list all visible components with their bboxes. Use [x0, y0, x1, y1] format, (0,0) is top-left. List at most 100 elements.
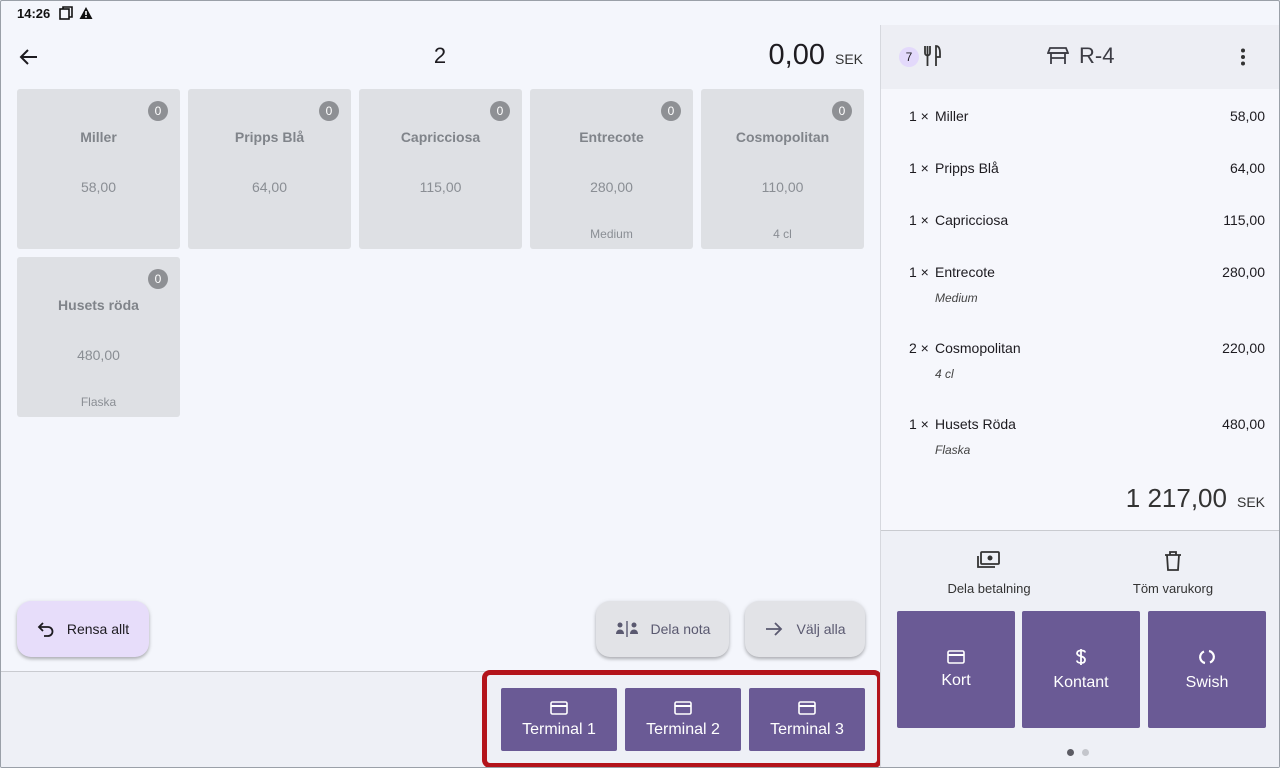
- order-qty: 1 ×: [909, 416, 929, 432]
- order-price: 58,00: [1229, 108, 1265, 124]
- cash-stack-icon: [977, 551, 1000, 568]
- product-name: Cosmopolitan: [735, 129, 830, 145]
- order-price: 220,00: [1222, 340, 1265, 356]
- terminal-3-button[interactable]: Terminal 3: [749, 688, 865, 751]
- order-modifier: 4 cl: [935, 367, 954, 381]
- credit-card-icon: [674, 700, 692, 715]
- order-name: Entrecote: [935, 264, 995, 280]
- order-qty: 1 ×: [909, 108, 929, 124]
- split-payment-label: Dela betalning: [947, 581, 1031, 596]
- product-tile[interactable]: 0 Capricciosa 115,00: [359, 89, 522, 249]
- seat-amount-currency: SEK: [834, 51, 863, 67]
- warning-icon: [78, 5, 94, 21]
- order-header: 7 R-4: [881, 25, 1279, 89]
- clear-all-button[interactable]: Rensa allt: [17, 601, 149, 657]
- page-dot-active[interactable]: [1067, 749, 1074, 756]
- product-name: Pripps Blå: [234, 129, 305, 145]
- arrow-right-icon: [766, 622, 783, 636]
- screen: 14:26 2 0,00 SEK 0 Miller 58,00 0 Pripps…: [0, 0, 1280, 768]
- seat-number: 2: [433, 43, 447, 68]
- order-total-currency: SEK: [1236, 494, 1265, 510]
- order-modifier: Medium: [935, 291, 978, 305]
- count-badge: 0: [490, 101, 510, 121]
- count-badge: 0: [148, 269, 168, 289]
- undo-icon: [37, 622, 54, 637]
- order-name: Cosmopolitan: [935, 340, 1021, 356]
- terminal-1-label: Terminal 1: [522, 720, 596, 738]
- order-qty: 1 ×: [909, 160, 929, 176]
- order-name: Miller: [935, 108, 969, 124]
- product-price: 280,00: [590, 179, 633, 195]
- credit-card-icon: [798, 700, 816, 715]
- product-tile[interactable]: 0 Pripps Blå 64,00: [188, 89, 351, 249]
- pay-swish-label: Swish: [1185, 673, 1229, 691]
- credit-card-icon: [947, 649, 965, 664]
- pay-cash-label: Kontant: [1053, 673, 1109, 691]
- product-note: Flaska: [80, 395, 117, 409]
- order-price: 480,00: [1222, 416, 1265, 432]
- dollar-icon: [1076, 648, 1086, 665]
- credit-card-icon: [550, 700, 568, 715]
- terminal-2-button[interactable]: Terminal 2: [625, 688, 741, 751]
- order-qty: 1 ×: [909, 264, 929, 280]
- split-people-icon: [615, 621, 638, 637]
- order-modifier: Flaska: [935, 443, 971, 457]
- order-total-value: 1 217,00: [1125, 483, 1227, 513]
- terminal-3-label: Terminal 3: [770, 720, 844, 738]
- pay-card-label: Kort: [941, 671, 971, 689]
- split-bill-label: Dela nota: [650, 621, 711, 637]
- count-badge: 0: [832, 101, 852, 121]
- order-qty: 2 ×: [909, 340, 929, 356]
- page-indicator: [1067, 749, 1089, 756]
- split-bill-button[interactable]: Dela nota: [596, 601, 729, 657]
- table-icon: [1047, 47, 1069, 64]
- product-price: 110,00: [761, 179, 804, 195]
- product-price: 480,00: [77, 347, 120, 363]
- product-price: 58,00: [80, 179, 117, 195]
- product-name: Husets röda: [58, 297, 139, 313]
- pay-card-button[interactable]: Kort: [897, 611, 1015, 728]
- select-all-button[interactable]: Välj alla: [745, 601, 865, 657]
- payment-area: Dela betalning Töm varukorg Kort Kontant…: [881, 531, 1279, 767]
- more-options-button[interactable]: [1231, 45, 1255, 69]
- count-badge: 0: [319, 101, 339, 121]
- product-note: Medium: [590, 227, 633, 241]
- select-all-label: Välj alla: [796, 621, 846, 637]
- product-panel: 2 0,00 SEK 0 Miller 58,00 0 Pripps Blå 6…: [1, 25, 882, 767]
- order-qty: 1 ×: [909, 212, 929, 228]
- guest-count-badge: 7: [899, 47, 919, 67]
- order-price: 280,00: [1222, 264, 1265, 280]
- split-payment-button[interactable]: Dela betalning: [899, 551, 1079, 596]
- copy-icon: [58, 5, 74, 21]
- status-time: 14:26: [17, 5, 51, 21]
- product-tile[interactable]: 0 Entrecote 280,00 Medium: [530, 89, 693, 249]
- product-note: 4 cl: [773, 227, 792, 241]
- order-price: 64,00: [1229, 160, 1265, 176]
- product-grid: 0 Miller 58,00 0 Pripps Blå 64,00 0 Capr…: [17, 89, 867, 417]
- terminal-2-label: Terminal 2: [646, 720, 720, 738]
- swish-icon: [1199, 649, 1215, 664]
- order-price: 115,00: [1223, 212, 1265, 228]
- product-name: Capricciosa: [400, 129, 481, 145]
- order-name: Capricciosa: [935, 212, 1009, 228]
- product-tile[interactable]: 0 Husets röda 480,00 Flaska: [17, 257, 180, 417]
- page-dot[interactable]: [1082, 749, 1089, 756]
- product-price: 115,00: [419, 179, 462, 195]
- empty-cart-button[interactable]: Töm varukorg: [1083, 551, 1263, 596]
- order-total: 1 217,00 SEK: [1126, 483, 1265, 514]
- product-tile[interactable]: 0 Cosmopolitan 110,00 4 cl: [701, 89, 864, 249]
- terminal-1-button[interactable]: Terminal 1: [501, 688, 617, 751]
- count-badge: 0: [148, 101, 168, 121]
- product-tile[interactable]: 0 Miller 58,00: [17, 89, 180, 249]
- table-label[interactable]: R-4: [1047, 43, 1114, 69]
- pay-swish-button[interactable]: Swish: [1148, 611, 1266, 728]
- order-name: Husets Röda: [935, 416, 1016, 432]
- product-name: Miller: [80, 129, 117, 145]
- pay-cash-button[interactable]: Kontant: [1022, 611, 1140, 728]
- status-bar: 14:26: [1, 1, 1279, 767]
- seat-amount: 0,00 SEK: [769, 39, 863, 72]
- order-panel: 7 R-4 1 × Miller 58,00 1 × Pripps Blå 64…: [880, 25, 1279, 767]
- product-price: 64,00: [251, 179, 288, 195]
- trash-icon: [1165, 551, 1181, 571]
- top-bar: 2 0,00 SEK: [1, 25, 879, 89]
